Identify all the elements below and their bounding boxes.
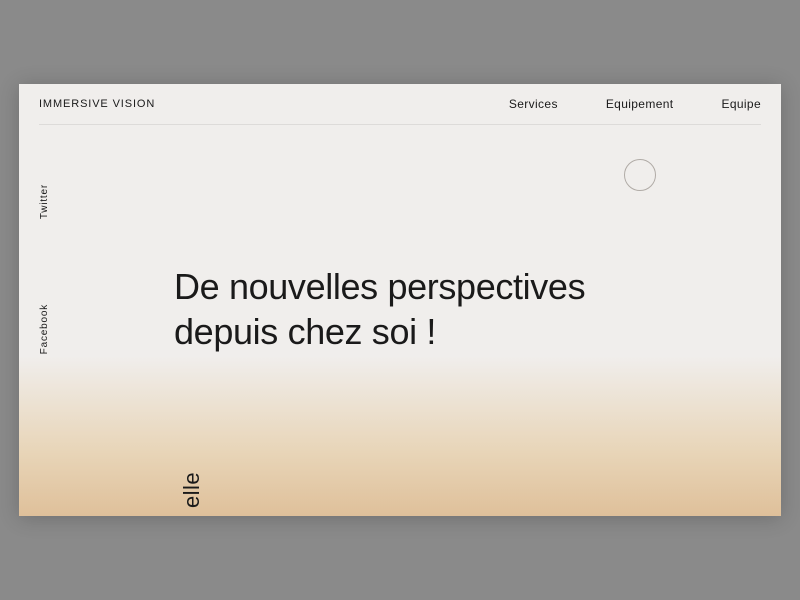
sidebar-facebook[interactable]: Facebook: [39, 304, 50, 354]
nav-links: Services Equipement Equipe: [509, 97, 761, 111]
hero-title: De nouvelles perspectives depuis chez so…: [174, 264, 585, 354]
hero-content: De nouvelles perspectives depuis chez so…: [174, 264, 585, 354]
hero-title-line2: depuis chez soi !: [174, 311, 436, 352]
hero-title-line1: De nouvelles perspectives: [174, 266, 585, 307]
nav-equipement[interactable]: Equipement: [606, 97, 674, 111]
sidebar-twitter[interactable]: Twitter: [39, 184, 50, 219]
nav-separator: [39, 124, 761, 125]
nav-services[interactable]: Services: [509, 97, 558, 111]
sidebar-social: Twitter Facebook: [19, 124, 69, 516]
bottom-brand: elle: [179, 472, 205, 508]
navbar: IMMERSIVE VISION Services Equipement Equ…: [19, 84, 781, 124]
browser-window: IMMERSIVE VISION Services Equipement Equ…: [19, 84, 781, 516]
circle-decoration: [624, 159, 656, 191]
logo: IMMERSIVE VISION: [39, 98, 155, 110]
nav-equipe[interactable]: Equipe: [721, 97, 761, 111]
